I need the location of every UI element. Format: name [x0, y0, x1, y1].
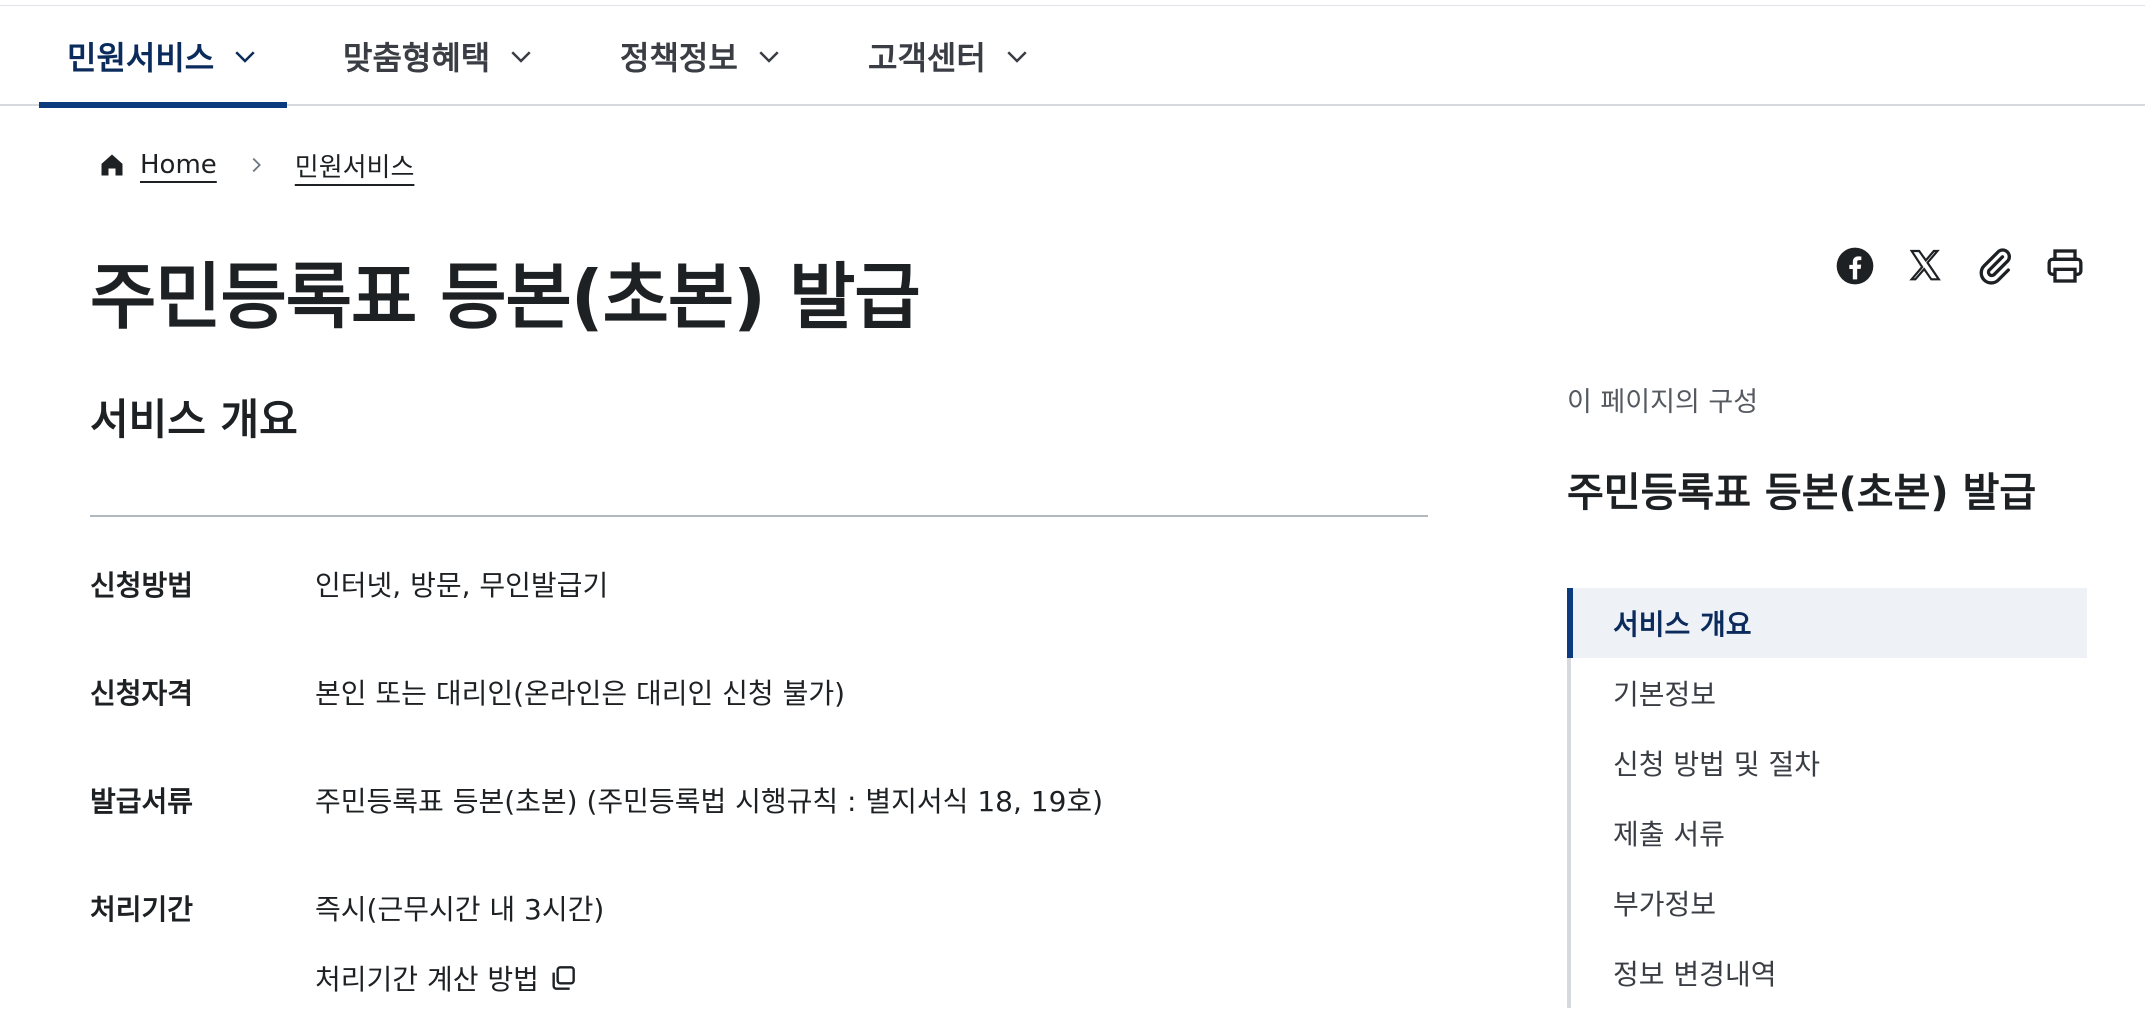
page-toc: 이 페이지의 구성 주민등록표 등본(초본) 발급 서비스 개요 기본정보 신청… [1567, 380, 2087, 1008]
info-row-processing-link: 처리기간 계산 방법 [315, 958, 579, 998]
nav-item-civil-service[interactable]: 민원서비스 [38, 6, 288, 108]
nav-item-benefits[interactable]: 맞춤형혜택 [343, 6, 536, 106]
toc-item-procedure[interactable]: 신청 방법 및 절차 [1571, 728, 2087, 798]
nav-item-policy[interactable]: 정책정보 [620, 6, 784, 106]
info-row-eligibility: 신청자격 본인 또는 대리인(온라인은 대리인 신청 불가) [90, 672, 845, 712]
main-nav: 민원서비스 맞춤형혜택 정책정보 고객센터 [0, 6, 2145, 108]
breadcrumb-current-link[interactable]: 민원서비스 [295, 147, 415, 184]
page-title: 주민등록표 등본(초본) 발급 [90, 255, 921, 339]
info-value: 즉시(근무시간 내 3시간) [315, 893, 605, 926]
x-icon[interactable] [1905, 246, 1945, 286]
toc-item-additional-info[interactable]: 부가정보 [1571, 868, 2087, 938]
nav-item-customer-center[interactable]: 고객센터 [868, 6, 1032, 106]
nav-item-label: 민원서비스 [67, 39, 215, 77]
info-label: 신청방법 [90, 569, 194, 602]
share-toolbar [1835, 246, 2085, 286]
facebook-icon[interactable] [1835, 246, 1875, 286]
info-value: 주민등록표 등본(초본) (주민등록법 시행규칙 : 별지서식 18, 19호) [315, 785, 1104, 818]
breadcrumb: Home 민원서비스 [98, 145, 414, 185]
home-icon [101, 154, 123, 176]
toc-title: 주민등록표 등본(초본) 발급 [1567, 470, 2037, 516]
link-icon[interactable] [1975, 246, 2015, 286]
toc-list: 서비스 개요 기본정보 신청 방법 및 절차 제출 서류 부가정보 정보 변경내… [1567, 588, 2087, 1008]
info-row-method: 신청방법 인터넷, 방문, 무인발급기 [90, 564, 608, 604]
print-icon[interactable] [2045, 246, 2085, 286]
toc-caption: 이 페이지의 구성 [1567, 387, 1759, 418]
toc-item-basic-info[interactable]: 기본정보 [1571, 658, 2087, 728]
section-divider [90, 515, 1428, 517]
info-value: 인터넷, 방문, 무인발급기 [315, 569, 609, 602]
info-label: 발급서류 [90, 785, 194, 818]
section-title: 서비스 개요 [90, 395, 298, 444]
nav-item-label: 정책정보 [620, 39, 738, 77]
nav-item-label: 맞춤형혜택 [343, 39, 491, 77]
new-window-icon [552, 966, 575, 990]
info-label: 처리기간 [90, 893, 194, 926]
toc-item-overview[interactable]: 서비스 개요 [1567, 588, 2087, 658]
info-row-documents: 발급서류 주민등록표 등본(초본) (주민등록법 시행규칙 : 별지서식 18,… [90, 780, 1103, 820]
chevron-down-icon [235, 51, 255, 63]
info-label: 신청자격 [90, 677, 194, 710]
info-value: 본인 또는 대리인(온라인은 대리인 신청 불가) [315, 677, 846, 710]
chevron-down-icon [759, 51, 779, 63]
toc-item-change-history[interactable]: 정보 변경내역 [1571, 938, 2087, 1008]
breadcrumb-home-link[interactable]: Home [140, 150, 217, 180]
toc-item-documents[interactable]: 제출 서류 [1571, 798, 2087, 868]
link-label: 처리기간 계산 방법 [315, 963, 539, 996]
chevron-down-icon [511, 51, 531, 63]
info-row-processing: 처리기간 즉시(근무시간 내 3시간) [90, 888, 604, 928]
chevron-right-icon [252, 157, 261, 173]
processing-period-link[interactable]: 처리기간 계산 방법 [315, 958, 579, 998]
chevron-down-icon [1007, 51, 1027, 63]
nav-item-label: 고객센터 [868, 39, 986, 77]
